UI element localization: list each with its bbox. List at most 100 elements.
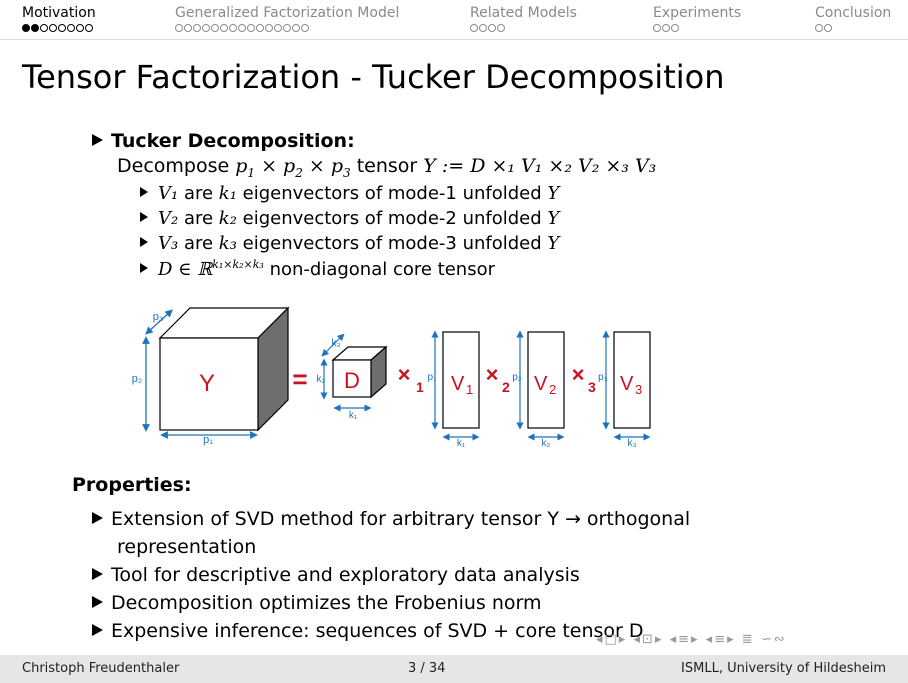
footer-page-number: 3 / 34 bbox=[408, 661, 446, 676]
nav-dot-icon[interactable] bbox=[229, 24, 237, 32]
nav-dot-icon[interactable] bbox=[76, 24, 84, 32]
nav-dots-conclusion[interactable] bbox=[815, 23, 833, 34]
bullet-triangle-icon bbox=[92, 567, 103, 580]
mode-1-subscript: 1 bbox=[416, 379, 424, 395]
tensor-y-cube: Y bbox=[158, 306, 290, 432]
decompose-tensor-word: tensor bbox=[350, 155, 424, 177]
nav-dots-generalized-factorization-model[interactable] bbox=[175, 23, 310, 34]
nav-dot-icon[interactable] bbox=[497, 24, 505, 32]
beamer-navigation-symbols: ◂□▸ ◂⊡▸ ◂≡▸ ◂≡▸ ≣ ∽∾ bbox=[596, 632, 787, 647]
nav-dot-icon[interactable] bbox=[292, 24, 300, 32]
nav-dot-icon[interactable] bbox=[488, 24, 496, 32]
core-d-cube: D bbox=[331, 345, 388, 399]
nav-dot-icon[interactable] bbox=[31, 24, 39, 32]
nav-dot-icon[interactable] bbox=[49, 24, 57, 32]
nav-dot-icon[interactable] bbox=[85, 24, 93, 32]
nav-dot-icon[interactable] bbox=[274, 24, 282, 32]
nav-dot-icon[interactable] bbox=[470, 24, 478, 32]
mode-2-product-symbol: × bbox=[486, 362, 499, 387]
nav-dot-icon[interactable] bbox=[256, 24, 264, 32]
nav-dot-icon[interactable] bbox=[671, 24, 679, 32]
footer-institution: ISMLL, University of Hildesheim bbox=[681, 661, 886, 676]
nav-dot-icon[interactable] bbox=[211, 24, 219, 32]
nav-dot-icon[interactable] bbox=[58, 24, 66, 32]
bullet-v1: V₁ are k₁ eigenvectors of mode-1 unfolde… bbox=[140, 183, 559, 204]
v2-k: k₂ bbox=[218, 208, 237, 229]
tucker-diagram: Y p₂ p₁ p₃ = D k₂ k₁ k₃ × 1 V 1 p₁ k₁ × … bbox=[132, 306, 651, 449]
footer-author: Christoph Freudenthaler bbox=[22, 661, 180, 676]
label-v2: V bbox=[534, 373, 548, 395]
slide-title: Tensor Factorization - Tucker Decomposit… bbox=[22, 58, 725, 96]
section-navigation: Motivation Generalized Factorization Mod… bbox=[0, 0, 908, 40]
v1-math: V₁ bbox=[158, 183, 179, 204]
v1-text1: are bbox=[178, 183, 219, 204]
nav-search-icon[interactable]: ∽∾ bbox=[761, 632, 787, 647]
nav-dots-motivation[interactable] bbox=[22, 23, 94, 34]
nav-section-generalized-factorization-model[interactable]: Generalized Factorization Model bbox=[175, 5, 399, 21]
nav-dot-icon[interactable] bbox=[67, 24, 75, 32]
v1-k: k₁ bbox=[218, 183, 237, 204]
label-p1: p₁ bbox=[203, 434, 213, 446]
v3-end: Y bbox=[547, 233, 560, 254]
bullet-v3: V₃ are k₃ eigenvectors of mode-3 unfolde… bbox=[140, 233, 559, 254]
nav-dot-icon[interactable] bbox=[283, 24, 291, 32]
nav-dot-icon[interactable] bbox=[662, 24, 670, 32]
label-d: D bbox=[344, 368, 360, 393]
nav-subsection-icon[interactable]: ◂⊡▸ bbox=[633, 632, 663, 647]
nav-dot-icon[interactable] bbox=[40, 24, 48, 32]
label-p2: p₂ bbox=[132, 373, 142, 385]
decompose-prefix: Decompose bbox=[117, 155, 236, 177]
bullet-core: D ∈ ℝk₁×k₂×k₃ non-diagonal core tensor bbox=[140, 258, 495, 280]
nav-dot-icon[interactable] bbox=[175, 24, 183, 32]
nav-align-icon[interactable]: ≣ bbox=[742, 632, 755, 647]
nav-section-related-models[interactable]: Related Models bbox=[470, 5, 577, 21]
label-y: Y bbox=[199, 370, 215, 397]
nav-dot-icon[interactable] bbox=[247, 24, 255, 32]
label-v1: V bbox=[451, 373, 465, 395]
nav-dots-related-models[interactable] bbox=[470, 23, 506, 34]
nav-dots-experiments[interactable] bbox=[653, 23, 680, 34]
nav-dot-icon[interactable] bbox=[193, 24, 201, 32]
nav-section-icon[interactable]: ◂≡▸ bbox=[670, 632, 700, 647]
nav-dot-icon[interactable] bbox=[824, 24, 832, 32]
nav-dot-icon[interactable] bbox=[22, 24, 30, 32]
nav-frame-icon[interactable]: ◂□▸ bbox=[596, 632, 627, 647]
label-p3: p₃ bbox=[153, 311, 164, 323]
dims-math: p1 × p2 × p3 bbox=[235, 155, 351, 180]
bullet-triangle-icon bbox=[140, 263, 148, 273]
nav-dot-icon[interactable] bbox=[202, 24, 210, 32]
bullet-triangle-icon bbox=[92, 133, 103, 146]
decompose-line: Decompose p1 × p2 × p3 tensor Y := D ×₁ … bbox=[117, 155, 656, 180]
nav-section-experiments[interactable]: Experiments bbox=[653, 5, 741, 21]
property-item: Tool for descriptive and exploratory dat… bbox=[92, 564, 580, 586]
v2-text1: are bbox=[178, 208, 219, 229]
nav-dot-icon[interactable] bbox=[479, 24, 487, 32]
nav-section-conclusion[interactable]: Conclusion bbox=[815, 5, 891, 21]
nav-dot-icon[interactable] bbox=[238, 24, 246, 32]
property-text: Extension of SVD method for arbitrary te… bbox=[111, 508, 691, 530]
mode-1-product-symbol: × bbox=[398, 362, 411, 387]
property-text: Tool for descriptive and exploratory dat… bbox=[111, 564, 580, 586]
label-v3: V bbox=[620, 373, 634, 395]
nav-dot-icon[interactable] bbox=[220, 24, 228, 32]
properties-heading: Properties: bbox=[72, 474, 192, 496]
equals-sign: = bbox=[292, 364, 307, 394]
property-item: Decomposition optimizes the Frobenius no… bbox=[92, 592, 542, 614]
label-k3-v3: k₃ bbox=[627, 438, 636, 449]
nav-document-icon[interactable]: ◂≡▸ bbox=[706, 632, 736, 647]
core-text: non-diagonal core tensor bbox=[263, 259, 495, 280]
nav-dot-icon[interactable] bbox=[184, 24, 192, 32]
nav-dot-icon[interactable] bbox=[653, 24, 661, 32]
label-p2-v2: p₂ bbox=[512, 372, 522, 383]
bullet-triangle-icon bbox=[92, 511, 103, 524]
mode-3-subscript: 3 bbox=[588, 379, 596, 395]
nav-section-motivation[interactable]: Motivation bbox=[22, 5, 96, 21]
label-p1-v1: p₁ bbox=[428, 372, 438, 383]
v2-end: Y bbox=[547, 208, 560, 229]
nav-dot-icon[interactable] bbox=[301, 24, 309, 32]
tucker-heading: Tucker Decomposition: bbox=[111, 130, 355, 152]
nav-dot-icon[interactable] bbox=[265, 24, 273, 32]
nav-dot-icon[interactable] bbox=[815, 24, 823, 32]
label-k3-d: k₃ bbox=[331, 338, 340, 349]
bullet-triangle-icon bbox=[140, 212, 148, 222]
